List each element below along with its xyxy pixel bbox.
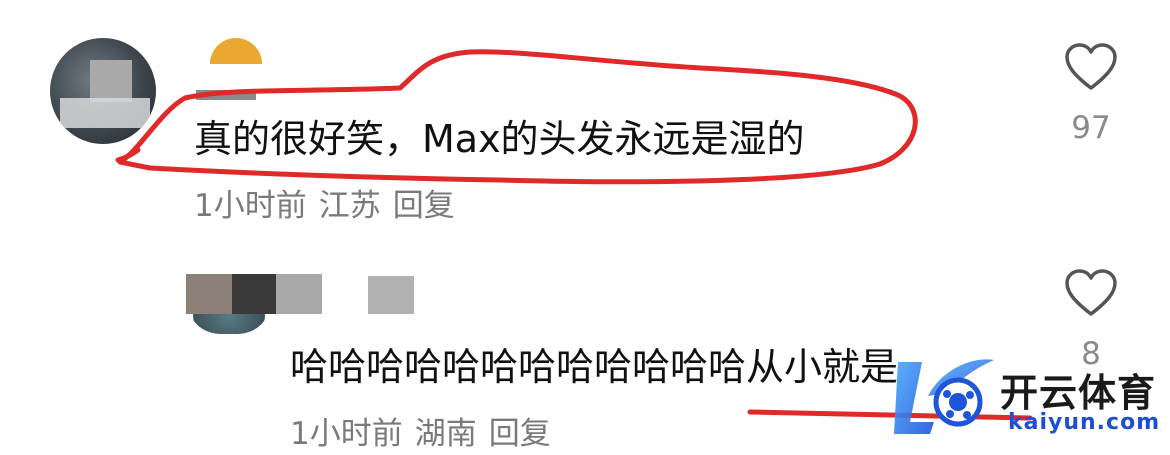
watermark-logo-icon bbox=[894, 359, 994, 434]
username-blurred bbox=[276, 274, 322, 314]
reply-button[interactable]: 回复 bbox=[489, 416, 551, 452]
comment-text: 哈哈哈哈哈哈哈哈哈哈哈哈从小就是 bbox=[290, 345, 899, 389]
watermark-brand: 开云体育 bbox=[1000, 371, 1157, 415]
comment-location: 湖南 bbox=[414, 416, 477, 452]
username-blurred bbox=[368, 276, 414, 314]
comment-meta: 1小时前 湖南 回复 bbox=[290, 408, 563, 453]
username-blurred bbox=[186, 274, 232, 314]
watermark-url: kaiyun.com bbox=[1008, 410, 1161, 435]
username-blurred bbox=[232, 274, 276, 314]
comment-time: 1小时前 bbox=[290, 416, 403, 452]
heart-icon[interactable] bbox=[1064, 268, 1118, 318]
